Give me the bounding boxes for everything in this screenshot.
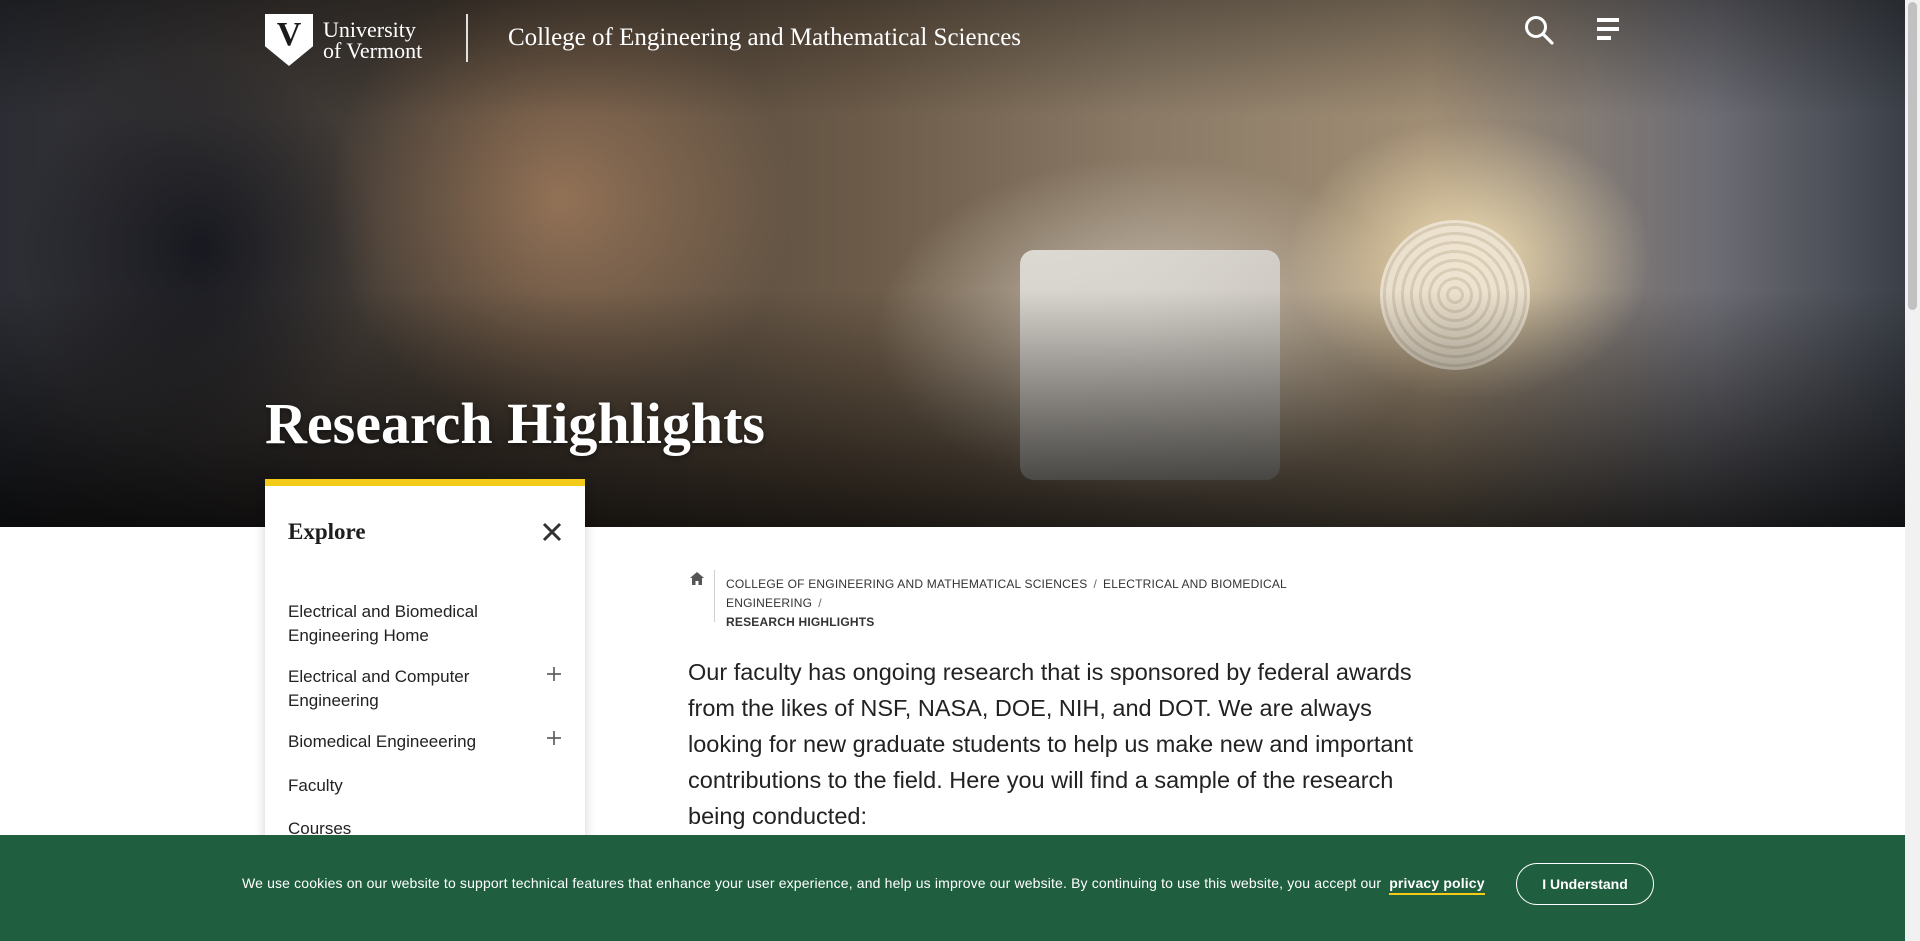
breadcrumb-item-cems[interactable]: College of Engineering and Mathematical …: [726, 577, 1087, 591]
cookie-message: We use cookies on our website to support…: [242, 875, 1485, 895]
breadcrumb-current: Research Highlights: [726, 615, 875, 629]
privacy-policy-link[interactable]: privacy policy: [1389, 875, 1485, 895]
explore-item-bme[interactable]: Biomedical Engineeering: [288, 730, 528, 754]
search-icon[interactable]: [1522, 14, 1556, 48]
breadcrumb-divider: [714, 570, 715, 622]
hero-banner: V University of Vermont College of Engin…: [0, 0, 1905, 527]
explore-item-ebe-home[interactable]: Electrical and Biomedical Engineering Ho…: [288, 600, 528, 648]
explore-title: Explore: [288, 519, 366, 544]
uvm-shield-icon: V: [265, 14, 313, 66]
menu-icon[interactable]: [1592, 14, 1626, 48]
uvm-wordmark: University of Vermont: [323, 17, 423, 63]
breadcrumb-trail: College of Engineering and Mathematical …: [726, 577, 1287, 629]
header-divider: [466, 14, 468, 62]
uvm-logo[interactable]: V University of Vermont: [265, 14, 422, 66]
scrollbar-thumb[interactable]: [1908, 2, 1917, 310]
explore-item-faculty[interactable]: Faculty: [288, 774, 528, 798]
college-title-link[interactable]: College of Engineering and Mathematical …: [508, 24, 1021, 52]
cookie-accept-button[interactable]: I Understand: [1516, 863, 1654, 905]
home-icon[interactable]: [690, 572, 704, 585]
intro-paragraph: Our faculty has ongoing research that is…: [688, 659, 1414, 829]
explore-panel: Explore Electrical and Biomedical Engine…: [265, 479, 585, 859]
cookie-banner: We use cookies on our website to support…: [0, 835, 1905, 941]
close-icon[interactable]: [542, 522, 562, 542]
expand-plus-icon[interactable]: [547, 667, 561, 681]
explore-item-ece[interactable]: Electrical and Computer Engineering: [288, 665, 528, 713]
expand-plus-icon[interactable]: [547, 731, 561, 745]
page-title: Research Highlights: [265, 391, 765, 456]
page-scrollbar[interactable]: [1905, 0, 1920, 941]
